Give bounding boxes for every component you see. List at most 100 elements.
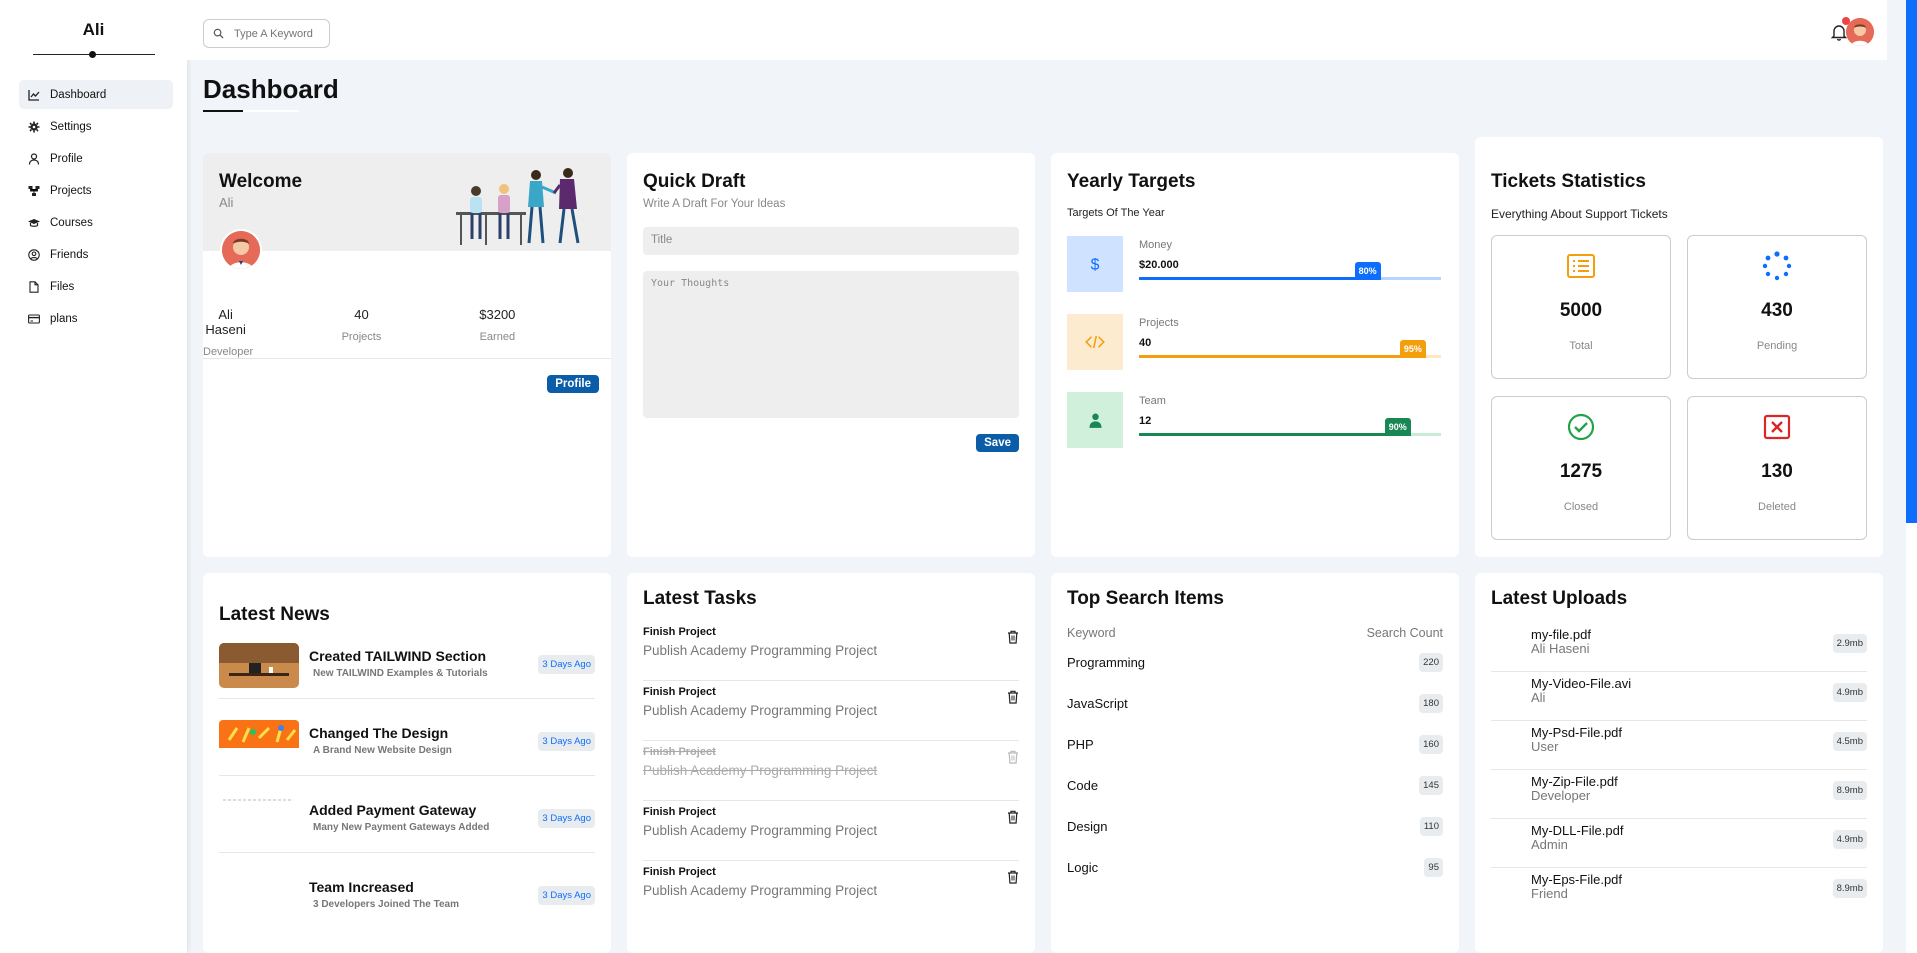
stat-value: $3200 [479, 307, 516, 322]
news-title: Latest News [219, 604, 330, 625]
search-row: Programming 220 [1067, 651, 1443, 675]
draft-body-textarea[interactable]: Your Thoughts [643, 271, 1019, 418]
sidebar-item-label: Files [50, 280, 75, 293]
sidebar-item-dashboard[interactable]: Dashboard [19, 80, 173, 109]
upload-item[interactable]: My-Video-File.avi Ali 4.9mb [1491, 671, 1867, 720]
news-item[interactable]: Changed The Design A Brand New Website D… [219, 720, 595, 797]
latest-tasks-card: Latest Tasks Finish Project Publish Acad… [627, 573, 1035, 953]
title-underline [203, 110, 299, 112]
news-time-badge: 3 Days Ago [538, 809, 595, 828]
stat-label: Earned [479, 331, 516, 343]
news-item-title: Team Increased [309, 879, 414, 895]
sidebar-item-courses[interactable]: Courses [19, 208, 173, 237]
column-header-keyword: Keyword [1067, 626, 1116, 640]
trash-icon[interactable] [1007, 630, 1019, 644]
draft-title-input[interactable]: Title [643, 227, 1019, 255]
trash-icon[interactable] [1007, 750, 1019, 764]
search-keyword: Design [1067, 819, 1108, 834]
upload-file-name: my-file.pdf [1531, 627, 1591, 642]
upload-owner: Ali [1531, 690, 1546, 705]
progress-track: 90% [1139, 418, 1441, 436]
upload-size: 2.9mb [1832, 634, 1867, 653]
search-keyword: Code [1067, 778, 1099, 793]
tasks-title: Latest Tasks [643, 588, 757, 609]
yearly-targets-card: Yearly Targets Targets Of The Year $ Mon… [1051, 153, 1459, 557]
upload-size: 4.5mb [1832, 732, 1867, 751]
upload-owner: Ali Haseni [1531, 641, 1590, 656]
upload-owner: Admin [1531, 837, 1568, 852]
task-item: Finish Project Publish Academy Programmi… [643, 800, 1019, 860]
search-count: 145 [1419, 776, 1443, 795]
search-box[interactable] [203, 19, 330, 48]
stat-label: Projects [341, 331, 382, 343]
trash-icon[interactable] [1007, 870, 1019, 884]
profile-button[interactable]: Profile [547, 375, 599, 393]
target-value: 12 [1139, 415, 1152, 427]
brand-name: Ali [82, 20, 105, 39]
target-name: Team [1139, 395, 1166, 407]
sidebar-item-label: plans [50, 312, 78, 325]
news-time-badge: 3 Days Ago [538, 655, 595, 674]
sidebar-item-label: Settings [50, 120, 92, 133]
upload-size: 8.9mb [1832, 879, 1867, 898]
upload-item[interactable]: My-DLL-File.pdf Admin 4.9mb [1491, 818, 1867, 867]
sidebar-item-label: Projects [50, 184, 92, 197]
news-item-title: Added Payment Gateway [309, 802, 477, 818]
scrollbar[interactable] [1906, 0, 1917, 953]
welcome-title: Welcome [219, 171, 303, 192]
top-bar [187, 0, 1887, 60]
stat-projects: 40 Projects [339, 307, 475, 358]
ticket-label: Deleted [1758, 501, 1796, 513]
sidebar-item-projects[interactable]: Projects [19, 176, 173, 205]
task-desc: Publish Academy Programming Project [643, 643, 878, 658]
credit-card-icon [28, 313, 40, 324]
chart-line-icon [28, 89, 40, 101]
spinner-icon [1762, 251, 1792, 281]
upload-item[interactable]: my-file.pdf Ali Haseni 2.9mb [1491, 622, 1867, 671]
task-title: Finish Project [643, 686, 716, 698]
stat-value: 40 [354, 307, 369, 322]
news-item-desc: A Brand New Website Design [313, 745, 452, 756]
task-title: Finish Project [643, 626, 716, 638]
upload-item[interactable]: My-Zip-File.pdf Developer 8.9mb [1491, 769, 1867, 818]
progress-track: 80% [1139, 262, 1441, 280]
news-time-badge: 3 Days Ago [538, 732, 595, 751]
sidebar-item-files[interactable]: Files [19, 272, 173, 301]
notification-bell[interactable] [1830, 17, 1850, 41]
upload-file-name: My-Video-File.avi [1531, 676, 1632, 691]
sidebar-item-plans[interactable]: plans [19, 304, 173, 333]
scrollbar-thumb[interactable] [1906, 0, 1917, 523]
diagram-icon [28, 185, 40, 196]
ticket-label: Pending [1756, 340, 1798, 352]
news-item[interactable]: Added Payment Gateway Many New Payment G… [219, 797, 595, 874]
progress-track: 95% [1139, 340, 1441, 358]
news-item[interactable]: Team Increased 3 Developers Joined The T… [219, 874, 595, 951]
ticket-deleted: 130 Deleted [1687, 396, 1867, 540]
stat-value: Ali Haseni [205, 307, 246, 337]
team-illustration [456, 168, 580, 245]
ticket-count: 1275 [1559, 461, 1603, 482]
sidebar-item-settings[interactable]: Settings [19, 112, 173, 141]
save-button[interactable]: Save [976, 434, 1019, 452]
progress-tooltip: 95% [1399, 340, 1426, 358]
quick-draft-title: Quick Draft [643, 171, 746, 192]
ticket-count: 5000 [1559, 300, 1603, 321]
stat-name: Ali Haseni Developer [203, 307, 339, 358]
avatar[interactable] [1846, 18, 1874, 46]
ticket-pending: 430 Pending [1687, 235, 1867, 379]
search-input[interactable] [234, 27, 324, 40]
search-row: JavaScript 180 [1067, 692, 1443, 716]
upload-item[interactable]: My-Eps-File.pdf Friend 8.9mb [1491, 867, 1867, 916]
upload-file-name: My-DLL-File.pdf [1531, 823, 1624, 838]
target-money: $ Money $20.000 80% [1067, 236, 1441, 292]
gear-icon [28, 121, 40, 132]
trash-icon[interactable] [1007, 690, 1019, 704]
code-icon [1067, 314, 1123, 370]
sidebar-item-profile[interactable]: Profile [19, 144, 173, 173]
upload-item[interactable]: My-Psd-File.pdf User 4.5mb [1491, 720, 1867, 769]
sidebar-item-friends[interactable]: Friends [19, 240, 173, 269]
latest-news-card: Latest News Created TAILWIND Section New… [203, 573, 611, 953]
news-item[interactable]: Created TAILWIND Section New TAILWIND Ex… [219, 643, 595, 720]
search-row: Code 145 [1067, 774, 1443, 798]
trash-icon[interactable] [1007, 810, 1019, 824]
